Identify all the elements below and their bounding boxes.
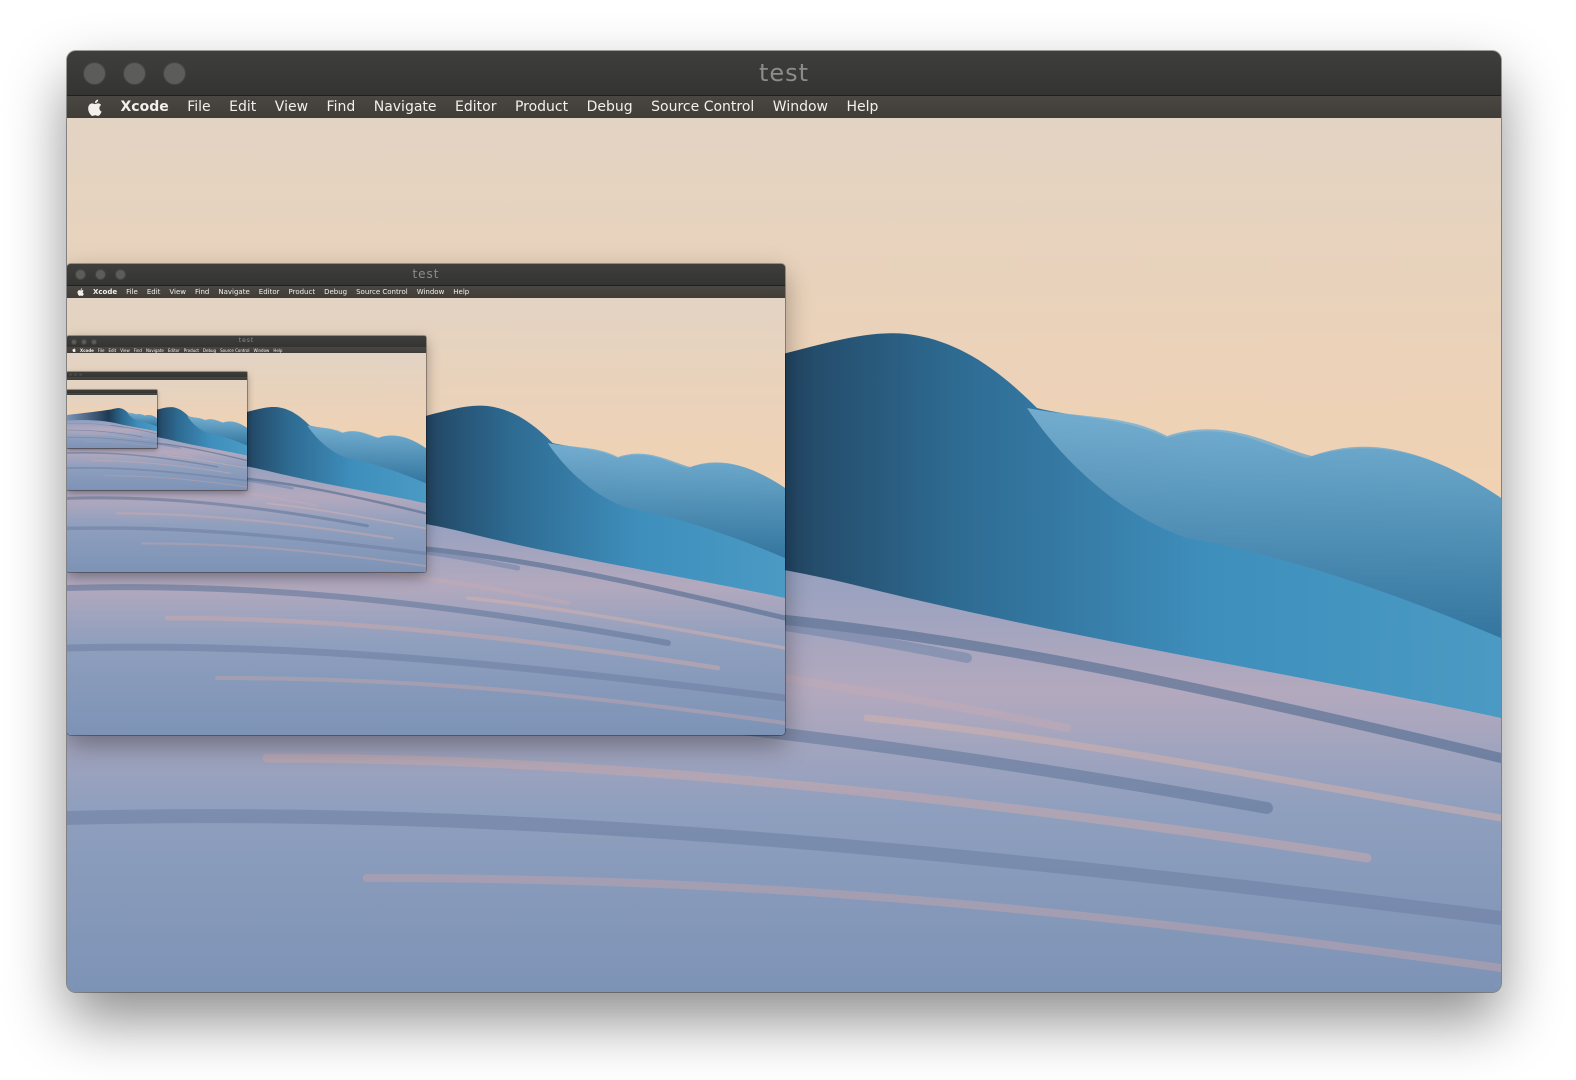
desktop-area — [67, 380, 247, 490]
mirrored-window-4 — [67, 390, 157, 448]
menu-edit[interactable]: Edit — [229, 99, 256, 115]
menu-xcode: Xcode — [93, 288, 118, 296]
menu-navigate: Navigate — [218, 288, 250, 296]
menu-file[interactable]: File — [187, 99, 210, 115]
menu-source-control[interactable]: Source Control — [651, 99, 754, 115]
menu-editor[interactable]: Editor — [455, 99, 496, 115]
menu-view[interactable]: View — [275, 99, 308, 115]
menu-navigate[interactable]: Navigate — [374, 99, 437, 115]
mirrored-window-2: test Xcode File Edit View Find Navigate … — [67, 336, 426, 572]
menu-edit: Edit — [108, 347, 117, 353]
menu-find[interactable]: Find — [327, 99, 356, 115]
menu-view: View — [169, 288, 187, 296]
apple-icon[interactable] — [87, 98, 102, 116]
mirrored-window-1: test Xcode File Edit View Find Navigate … — [67, 264, 785, 735]
menu-window: Window — [253, 347, 270, 353]
window-title: test — [238, 337, 255, 344]
menu-find: Find — [133, 347, 142, 353]
menu-editor: Editor — [258, 288, 280, 296]
window-titlebar: test — [67, 264, 785, 286]
minimize-window-button — [74, 373, 77, 376]
menu-file: File — [126, 288, 138, 296]
mirrored-window-3 — [67, 372, 247, 490]
menu-xcode[interactable]: Xcode — [121, 99, 169, 115]
desktop-area: test Xcode File Edit View Find Navigate … — [67, 118, 1501, 992]
menu-source-control: Source Control — [356, 288, 408, 296]
menu-help: Help — [273, 347, 283, 353]
menu-bar: Xcode File Edit View Find Navigate Edito… — [67, 96, 1501, 118]
menu-help[interactable]: Help — [847, 99, 879, 115]
apple-icon — [72, 348, 76, 352]
menu-debug: Debug — [324, 288, 348, 296]
window-title: test — [758, 59, 810, 87]
menu-debug: Debug — [202, 347, 217, 353]
close-window-button — [69, 373, 72, 376]
apple-icon — [77, 288, 84, 296]
desktop-area — [67, 395, 157, 448]
menu-window[interactable]: Window — [773, 99, 828, 115]
menu-product: Product — [288, 288, 316, 296]
menu-help: Help — [453, 288, 470, 296]
menu-product[interactable]: Product — [515, 99, 568, 115]
menu-file: File — [97, 347, 105, 353]
window-title: test — [412, 267, 440, 281]
menu-xcode: Xcode — [80, 347, 94, 353]
desktop-area — [67, 353, 426, 572]
menu-product: Product — [183, 347, 199, 353]
zoom-window-button — [79, 373, 82, 376]
menu-source-control: Source Control — [220, 347, 250, 353]
menu-window: Window — [416, 288, 445, 296]
desktop-area: test Xcode File Edit View Find Navigate … — [67, 298, 785, 735]
menu-navigate: Navigate — [145, 347, 164, 353]
app-window: test Xcode File Edit View Find Navigate … — [67, 51, 1501, 992]
menu-find: Find — [195, 288, 210, 296]
menu-debug[interactable]: Debug — [587, 99, 633, 115]
menu-bar: Xcode File Edit View Find Navigate Edito… — [67, 286, 785, 298]
window-titlebar[interactable]: test — [67, 51, 1501, 96]
menu-editor: Editor — [167, 347, 180, 353]
menu-view: View — [120, 347, 130, 353]
ocean-wave-wallpaper — [67, 395, 157, 448]
menu-edit: Edit — [146, 288, 161, 296]
